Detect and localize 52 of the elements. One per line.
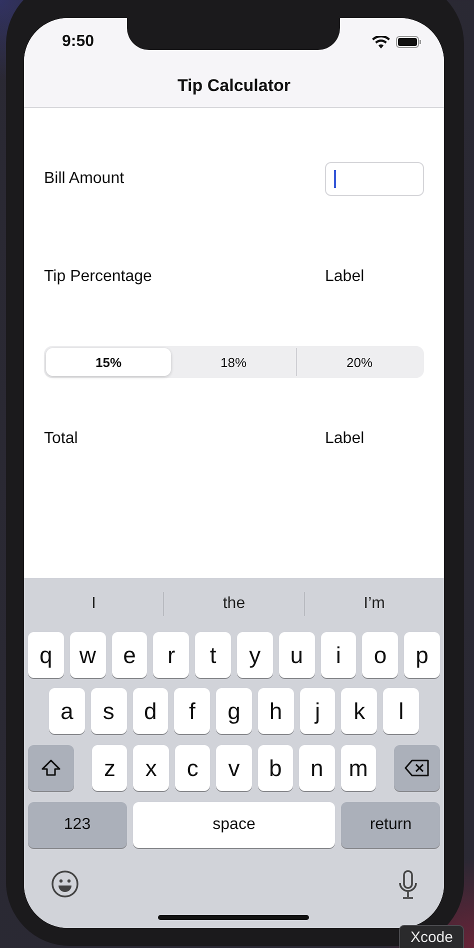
- suggestion[interactable]: the: [163, 592, 304, 616]
- keyboard-key[interactable]: return: [341, 802, 440, 848]
- keyboard-key[interactable]: e: [112, 632, 148, 678]
- nav-title: Tip Calculator: [177, 76, 291, 96]
- keyboard-key[interactable]: t: [195, 632, 231, 678]
- suggestion[interactable]: I’m: [304, 592, 444, 616]
- tooltip: Xcode: [399, 925, 464, 948]
- suggestion[interactable]: I: [24, 592, 164, 616]
- keyboard-key[interactable]: o: [362, 632, 398, 678]
- segment[interactable]: 18%: [171, 348, 296, 376]
- status-time: 9:50: [62, 33, 94, 51]
- delete-icon: [404, 759, 430, 777]
- keyboard-key[interactable]: u: [278, 632, 315, 678]
- keyboard-key[interactable]: r: [153, 632, 190, 678]
- keyboard-key[interactable]: j: [300, 688, 336, 734]
- keyboard-key[interactable]: c: [174, 745, 210, 791]
- keyboard-key[interactable]: f: [174, 688, 210, 734]
- keyboard-key[interactable]: x: [133, 745, 169, 791]
- segment[interactable]: 20%: [296, 348, 422, 376]
- space-key[interactable]: space: [132, 802, 336, 848]
- wifi-icon: [372, 36, 390, 48]
- keyboard-key[interactable]: h: [258, 688, 294, 734]
- keyboard-key[interactable]: z: [92, 745, 128, 791]
- keyboard-key[interactable]: l: [383, 688, 420, 734]
- battery-icon: [396, 36, 422, 48]
- segment[interactable]: 15%: [46, 348, 171, 376]
- shift-icon: [41, 759, 62, 777]
- input-field[interactable]: [325, 162, 424, 196]
- value-label: Label: [325, 430, 366, 448]
- field-label: Tip Percentage: [44, 268, 153, 286]
- shift-key[interactable]: [28, 745, 74, 791]
- keyboard-key[interactable]: y: [236, 632, 273, 678]
- keyboard-key[interactable]: b: [258, 745, 294, 791]
- microphone-icon[interactable]: [398, 870, 418, 900]
- keyboard-key[interactable]: s: [90, 688, 127, 734]
- keyboard-key[interactable]: d: [132, 688, 168, 734]
- field-label: Total: [44, 430, 79, 448]
- field-label: Bill Amount: [44, 170, 126, 188]
- keyboard-key[interactable]: v: [216, 745, 252, 791]
- delete-key[interactable]: [394, 745, 440, 791]
- keyboard-key[interactable]: g: [216, 688, 252, 734]
- keyboard-key[interactable]: 123: [28, 802, 127, 848]
- keyboard-key[interactable]: n: [299, 745, 335, 791]
- keyboard-key[interactable]: k: [341, 688, 378, 734]
- value-label: Label: [325, 268, 366, 286]
- keyboard-key[interactable]: i: [320, 632, 356, 678]
- keyboard-key[interactable]: p: [404, 632, 440, 678]
- keyboard-key[interactable]: w: [70, 632, 106, 678]
- keyboard-key[interactable]: q: [28, 632, 64, 678]
- keyboard-key[interactable]: a: [49, 688, 85, 734]
- emoji-icon[interactable]: [51, 870, 79, 898]
- keyboard-key[interactable]: m: [340, 745, 376, 791]
